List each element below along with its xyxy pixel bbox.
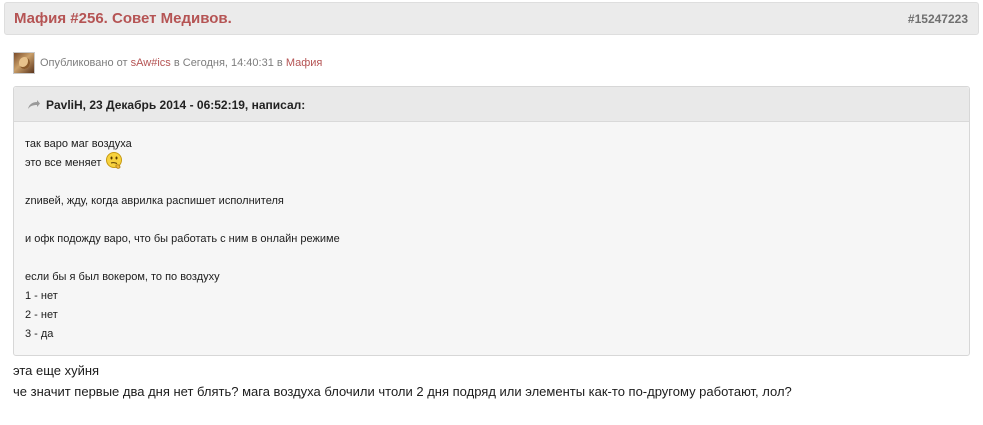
- quote-line: [25, 173, 340, 192]
- thinking-smiley-icon: [106, 151, 123, 169]
- reply-line: че значит первые два дня нет блять? мага…: [13, 384, 792, 399]
- quote-line-text: это все меняет: [25, 157, 102, 169]
- post-title-link[interactable]: Мафия #256. Совет Медивов.: [14, 10, 232, 27]
- quote-arrow-icon: [28, 100, 40, 109]
- quote-line: 3 - да: [25, 328, 54, 340]
- quote-line: так варо маг воздуха: [25, 138, 132, 150]
- quote-citation: PavliH, 23 Декабрь 2014 - 06:52:19, напи…: [46, 98, 306, 112]
- quote-line: если бы я был вокером, то по воздуху: [25, 271, 220, 283]
- quote-block: PavliH, 23 Декабрь 2014 - 06:52:19, напи…: [13, 86, 970, 356]
- post-meta: Опубликовано от sAw#ics в Сегодня, 14:40…: [40, 57, 322, 69]
- quote-body: так варо маг воздуха это все меняет znив…: [25, 135, 340, 344]
- quote-line-with-smiley: это все меняет: [25, 151, 340, 173]
- reply-line: эта еще хуйня: [13, 363, 100, 378]
- in-label-2: в: [276, 57, 283, 69]
- post-header: Мафия #256. Совет Медивов. #15247223: [4, 2, 979, 35]
- quote-line: znивей, жду, когда аврилка распишет испо…: [25, 195, 284, 207]
- published-label: Опубликовано от: [40, 57, 128, 69]
- avatar[interactable]: [13, 52, 35, 74]
- post-number-link[interactable]: #15247223: [908, 12, 968, 26]
- in-label: в: [173, 57, 180, 69]
- quote-line: 1 - нет: [25, 290, 58, 302]
- quote-line: 2 - нет: [25, 309, 58, 321]
- post-date: Сегодня, 14:40:31: [182, 57, 274, 69]
- forum-link[interactable]: Мафия: [286, 57, 323, 69]
- quote-line: [25, 211, 340, 230]
- post-reply-text: эта еще хуйня че значит первые два дня н…: [13, 360, 792, 402]
- quote-header: PavliH, 23 Декабрь 2014 - 06:52:19, напи…: [14, 87, 969, 122]
- author-link[interactable]: sAw#ics: [131, 57, 171, 69]
- quote-line: [25, 249, 340, 268]
- quote-line: и офк подожду варо, что бы работать с ни…: [25, 233, 340, 245]
